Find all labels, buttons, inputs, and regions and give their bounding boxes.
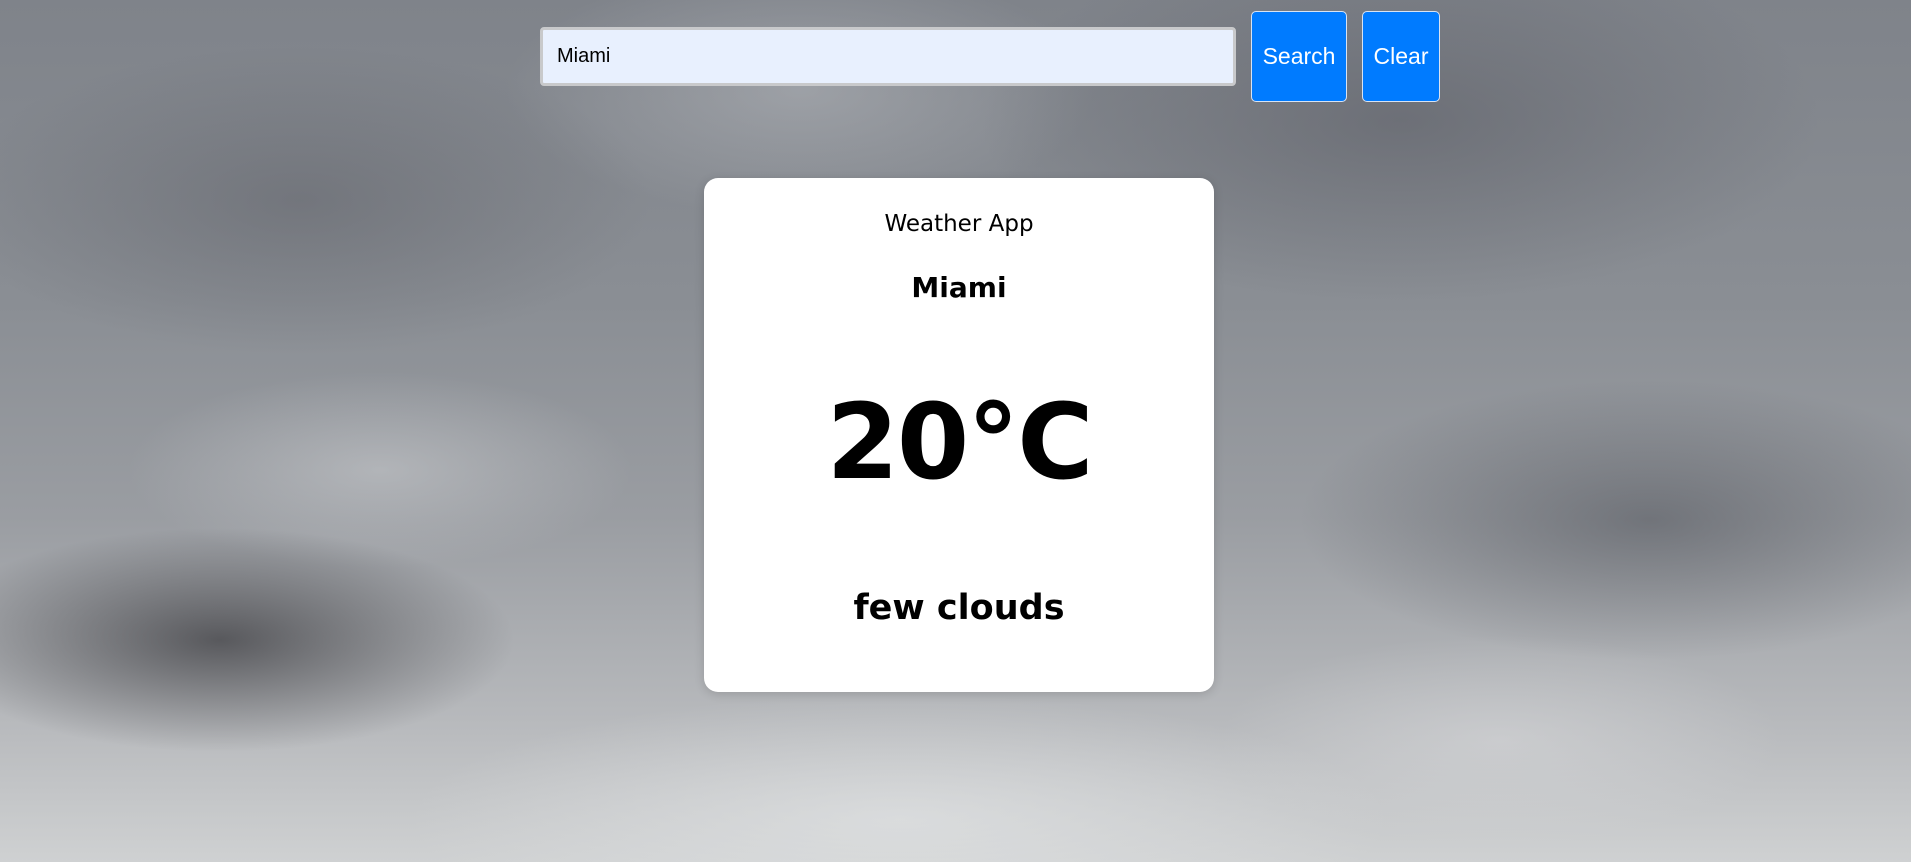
search-button[interactable]: Search <box>1251 11 1347 102</box>
app-title: Weather App <box>884 211 1034 237</box>
temperature: 20°C <box>826 381 1093 503</box>
clear-button[interactable]: Clear <box>1362 11 1440 102</box>
weather-description: few clouds <box>853 588 1065 628</box>
city-name: Miami <box>911 271 1007 304</box>
weather-card: Weather App Miami 20°C few clouds <box>704 178 1214 692</box>
city-search-input[interactable] <box>540 27 1236 86</box>
